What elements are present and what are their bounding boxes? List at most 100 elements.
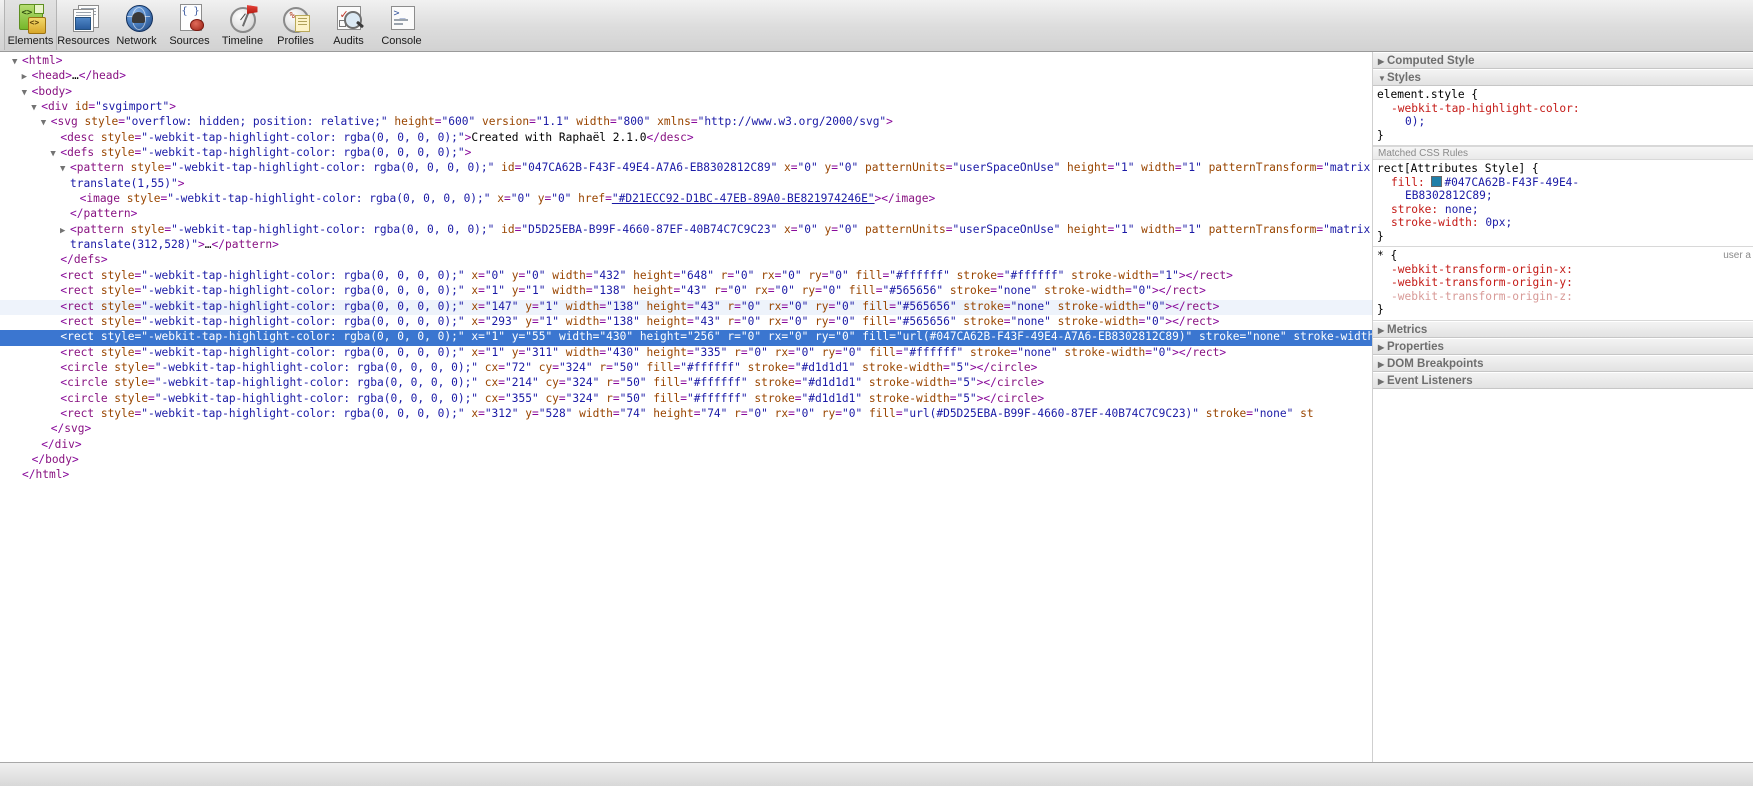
- element-style-rule[interactable]: element.style { -webkit-tap-highlight-co…: [1373, 86, 1753, 146]
- dom-attribute-name: stroke: [747, 391, 795, 405]
- disclosure-triangle-down-icon[interactable]: ▼: [31, 102, 41, 115]
- toolbar-tab-elements[interactable]: <> <> Elements: [4, 0, 57, 50]
- dom-punctuation: >: [1212, 299, 1220, 313]
- dom-punctuation: =: [686, 314, 694, 328]
- dom-node-row[interactable]: ▶ <pattern style = "-webkit-tap-highlight-c…: [0, 223, 1372, 238]
- dom-attribute-name: stroke: [1199, 406, 1247, 420]
- disclosure-triangle-right-icon[interactable]: ▶: [22, 71, 32, 84]
- dom-node-row[interactable]: <circle style="-webkit-tap-highlight-col…: [0, 361, 1372, 376]
- dom-node-row[interactable]: ▼ <body>: [0, 85, 1372, 100]
- dom-node-row[interactable]: <rect style="-webkit-tap-highlight-color…: [0, 284, 1372, 299]
- disclosure-triangle-down-icon[interactable]: ▼: [12, 56, 22, 69]
- dom-node-row[interactable]: </body>: [0, 453, 1372, 468]
- dom-attribute-value: "#ffffff": [889, 268, 950, 282]
- dom-node-row[interactable]: ▼ <defs style="-webkit-tap-highlight-colo…: [0, 146, 1372, 161]
- element-style-prop-value[interactable]: 0);: [1377, 115, 1425, 128]
- dom-node-row[interactable]: ▶ <head>…</head>: [0, 69, 1372, 84]
- toolbar-tab-label: Audits: [333, 35, 364, 47]
- dom-attribute-value: "72": [505, 360, 532, 374]
- dom-node-row[interactable]: </div>: [0, 438, 1372, 453]
- dom-node-row[interactable]: translate(312,528)">…</pattern>: [0, 238, 1372, 253]
- transform-origin-x-prop[interactable]: -webkit-transform-origin-x:: [1377, 263, 1573, 276]
- dom-tree[interactable]: ▼ <html> ▶ <head>…</head> ▼ <body> ▼ <div id="s…: [0, 52, 1372, 484]
- styles-sidebar[interactable]: ▶ Computed Style ▼Styles element.style { …: [1373, 52, 1753, 762]
- rect-attributes-style-rule[interactable]: rect[Attributes Style] { fill: #047CA62B…: [1373, 160, 1753, 247]
- dom-attribute-name: style: [107, 360, 148, 374]
- transform-origin-z-prop[interactable]: -webkit-transform-origin-z:: [1377, 290, 1573, 303]
- dom-node-row[interactable]: <circle style="-webkit-tap-highlight-col…: [0, 392, 1372, 407]
- fill-prop-value-cont[interactable]: EB8302812C89;: [1377, 189, 1493, 202]
- disclosure-triangle-right-icon[interactable]: ▶: [60, 225, 70, 238]
- dom-attribute-value: "none": [1010, 314, 1051, 328]
- fill-prop-value[interactable]: #047CA62B-F43F-49E4-: [1444, 176, 1579, 189]
- dom-node-row[interactable]: <rect style="-webkit-tap-highlight-color…: [0, 315, 1372, 330]
- dom-attribute-name: stroke: [956, 314, 1004, 328]
- dom-node-row[interactable]: <image style="-webkit-tap-highlight-colo…: [0, 192, 1372, 207]
- dom-node-row[interactable]: ▼ <html>: [0, 54, 1372, 69]
- dom-node-row[interactable]: <rect style="-webkit-tap-highlight-color…: [0, 330, 1372, 346]
- dom-attribute-value: "1": [1158, 268, 1179, 282]
- dom-node-row[interactable]: </pattern>: [0, 207, 1372, 222]
- elements-dom-pane[interactable]: ▼ <html> ▶ <head>…</head> ▼ <body> ▼ <div id="s…: [0, 52, 1373, 762]
- universal-selector-rule[interactable]: * {user a -webkit-transform-origin-x: -w…: [1373, 247, 1753, 321]
- toolbar-tab-console[interactable]: >_ Console: [375, 0, 428, 50]
- dom-node-row[interactable]: ▼ <pattern style = "-webkit-tap-highlight-c…: [0, 161, 1372, 176]
- dom-attribute-value: "#565656": [882, 284, 944, 298]
- dom-tag-name: rect: [67, 314, 95, 328]
- stroke-prop-name[interactable]: stroke:: [1377, 203, 1438, 216]
- stroke-width-prop-name[interactable]: stroke-width:: [1377, 216, 1479, 229]
- dom-attribute-value: "1": [1181, 161, 1202, 175]
- styles-section-header[interactable]: ▼Styles: [1373, 69, 1753, 86]
- event-listeners-section-header[interactable]: ▶ Event Listeners: [1373, 371, 1753, 389]
- disclosure-triangle-down-icon[interactable]: ▼: [60, 163, 70, 176]
- dom-attribute-value: "0": [788, 330, 809, 344]
- chevron-right-icon: ▶: [1378, 359, 1385, 369]
- dom-attribute-value: "1": [1181, 222, 1202, 236]
- dom-node-row[interactable]: <desc style="-webkit-tap-highlight-color…: [0, 131, 1372, 146]
- dom-node-row[interactable]: </defs>: [0, 253, 1372, 268]
- transform-origin-y-prop[interactable]: -webkit-transform-origin-y:: [1377, 276, 1573, 289]
- dom-node-row[interactable]: ▼ <svg style="overflow: hidden; position:…: [0, 115, 1372, 130]
- dom-punctuation: >: [686, 130, 694, 144]
- toolbar-tab-resources[interactable]: Resources: [57, 0, 110, 50]
- dom-attribute-value: "-webkit-tap-highlight-color: rgba(0, 0,…: [141, 146, 465, 160]
- toolbar-tab-audits[interactable]: ✓ Audits: [322, 0, 375, 50]
- toolbar-tab-sources[interactable]: { } Sources: [163, 0, 216, 50]
- toolbar-tab-timeline[interactable]: Timeline: [216, 0, 269, 50]
- disclosure-triangle-down-icon[interactable]: ▼: [50, 148, 60, 161]
- dom-node-row[interactable]: </svg>: [0, 422, 1372, 437]
- dom-attribute-value: "http://www.w3.org/2000/svg": [697, 115, 887, 129]
- computed-style-section-header[interactable]: ▶ Computed Style: [1373, 52, 1753, 69]
- dom-node-row[interactable]: ▼ <div id="svgimport">: [0, 100, 1372, 115]
- dom-tag-name: head: [38, 69, 66, 83]
- toolbar-tab-profiles[interactable]: % Profiles: [269, 0, 322, 50]
- dom-node-row[interactable]: translate(1,55)">: [0, 177, 1372, 192]
- dom-attribute-value: "1": [538, 314, 559, 328]
- dom-node-row[interactable]: </html>: [0, 468, 1372, 483]
- dom-attribute-name: stroke: [949, 268, 997, 282]
- stroke-width-prop-value[interactable]: 0px;: [1485, 216, 1512, 229]
- dom-attribute-value: "userSpaceOnUse": [952, 222, 1061, 236]
- dom-node-row[interactable]: <rect style="-webkit-tap-highlight-color…: [0, 299, 1372, 315]
- metrics-section-header[interactable]: ▶ Metrics: [1373, 320, 1753, 338]
- color-swatch[interactable]: [1431, 175, 1443, 187]
- dom-attribute-link[interactable]: "#D21ECC92-D1BC-47EB-89A0-BE821974246E": [612, 192, 875, 205]
- toolbar-tab-network[interactable]: Network: [110, 0, 163, 50]
- dom-tag-name: rect: [1199, 268, 1227, 282]
- dom-attribute-value: "0": [842, 345, 863, 359]
- fill-prop-name[interactable]: fill:: [1377, 176, 1425, 189]
- dom-attribute-name: ry: [815, 406, 836, 420]
- disclosure-triangle-down-icon[interactable]: ▼: [41, 117, 51, 130]
- dom-node-row[interactable]: <rect style="-webkit-tap-highlight-color…: [0, 407, 1372, 422]
- element-style-prop-name[interactable]: -webkit-tap-highlight-color:: [1377, 102, 1580, 115]
- properties-section-header[interactable]: ▶ Properties: [1373, 337, 1753, 355]
- stroke-prop-value[interactable]: none;: [1445, 203, 1479, 216]
- dom-node-row[interactable]: <rect style="-webkit-tap-highlight-color…: [0, 269, 1372, 284]
- dom-node-row[interactable]: <circle style="-webkit-tap-highlight-col…: [0, 376, 1372, 391]
- disclosure-triangle-down-icon[interactable]: ▼: [22, 87, 32, 100]
- dom-breakpoints-section-header[interactable]: ▶ DOM Breakpoints: [1373, 354, 1753, 372]
- properties-label: Properties: [1387, 340, 1444, 353]
- dom-node-row[interactable]: <rect style="-webkit-tap-highlight-color…: [0, 346, 1372, 361]
